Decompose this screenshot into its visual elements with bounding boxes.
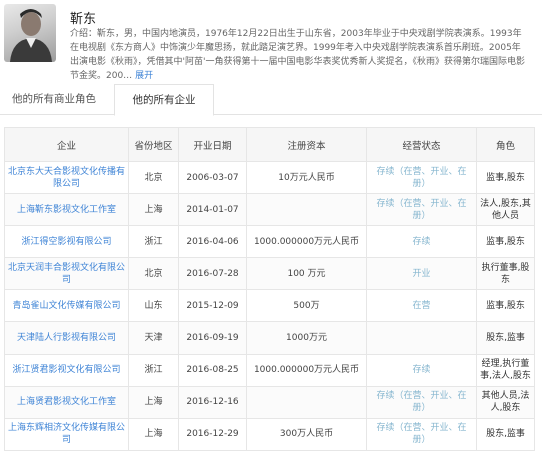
status-cell: 存续 [366,353,477,387]
company-link[interactable]: 上海东辉相济文化传媒有限公司 [4,417,129,451]
table-row: 上海靳东影视文化工作室 上海 2014-01-07 存续（在营、开业、在册） 法… [4,193,535,227]
column-header-company: 企业 [4,127,129,162]
column-header-status: 经营状态 [366,127,477,162]
company-link[interactable]: 北京东大天合影视文化传播有限公司 [4,160,129,195]
company-link[interactable]: 青岛雀山文化传媒有限公司 [4,289,129,323]
status-cell: 存续（在营、开业、在册） [366,417,477,451]
region-cell: 山东 [128,289,179,323]
tab-commercial-roles[interactable]: 他的所有商业角色 [2,84,106,114]
capital-cell: 1000万元 [246,321,367,355]
capital-cell: 1000.000000万元人民币 [246,353,367,387]
company-link[interactable]: 上海靳东影视文化工作室 [4,193,129,227]
capital-cell: 10万元人民币 [246,160,367,195]
region-cell: 浙江 [128,225,179,259]
avatar[interactable] [4,4,56,62]
status-cell [366,321,477,355]
open-date-cell: 2016-12-16 [178,385,247,419]
open-date-cell: 2016-09-19 [178,321,247,355]
tab-all-companies[interactable]: 他的所有企业 [114,84,214,116]
capital-cell [246,193,367,227]
role-cell: 股东,监事 [476,321,535,355]
column-header-region: 省份地区 [128,127,179,162]
role-cell: 经理,执行董事,法人,股东 [476,353,535,387]
company-link[interactable]: 浙江贤君影视文化有限公司 [4,353,129,387]
company-link[interactable]: 上海贤君影视文化工作室 [4,385,129,419]
status-cell: 存续（在营、开业、在册） [366,193,477,227]
role-cell: 法人,股东,其他人员 [476,193,535,227]
company-link[interactable]: 天津陆人行影视有限公司 [4,321,129,355]
region-cell: 上海 [128,193,179,227]
table-row: 青岛雀山文化传媒有限公司 山东 2015-12-09 500万 在营 监事,股东 [4,289,535,323]
open-date-cell: 2016-12-29 [178,417,247,451]
open-date-cell: 2016-04-06 [178,225,247,259]
open-date-cell: 2014-01-07 [178,193,247,227]
role-cell: 其他人员,法人,股东 [476,385,535,419]
role-cell: 监事,股东 [476,160,535,195]
region-cell: 上海 [128,417,179,451]
companies-table: 企业 省份地区 开业日期 注册资本 经营状态 角色 北京东大天合影视文化传播有限… [4,127,535,451]
open-date-cell: 2006-03-07 [178,160,247,195]
region-cell: 北京 [128,160,179,195]
column-header-role: 角色 [476,127,535,162]
role-cell: 股东,监事 [476,417,535,451]
role-cell: 监事,股东 [476,289,535,323]
table-header: 企业 省份地区 开业日期 注册资本 经营状态 角色 [4,127,535,162]
company-link[interactable]: 北京天润丰合影视文化有限公司 [4,257,129,291]
region-cell: 上海 [128,385,179,419]
capital-cell: 100 万元 [246,257,367,291]
status-cell: 开业 [366,257,477,291]
role-cell: 执行董事,股东 [476,257,535,291]
table-row: 上海贤君影视文化工作室 上海 2016-12-16 存续（在营、开业、在册） 其… [4,385,535,419]
table-row: 上海东辉相济文化传媒有限公司 上海 2016-12-29 300万人民币 存续（… [4,417,535,451]
company-link[interactable]: 浙江得空影视有限公司 [4,225,129,259]
table-body: 北京东大天合影视文化传播有限公司 北京 2006-03-07 10万元人民币 存… [4,160,535,451]
region-cell: 北京 [128,257,179,291]
capital-cell: 500万 [246,289,367,323]
tab-bar: 他的所有商业角色 他的所有企业 [0,78,542,116]
column-header-capital: 注册资本 [246,127,367,162]
open-date-cell: 2016-07-28 [178,257,247,291]
person-bio: 介绍：靳东，男，中国内地演员，1976年12月22日出生于山东省，2003年毕业… [70,27,528,83]
region-cell: 浙江 [128,353,179,387]
capital-cell: 300万人民币 [246,417,367,451]
region-cell: 天津 [128,321,179,355]
open-date-cell: 2016-08-25 [178,353,247,387]
profile-header: 靳东 介绍：靳东，男，中国内地演员，1976年12月22日出生于山东省，2003… [0,0,542,81]
status-cell: 存续（在营、开业、在册） [366,385,477,419]
capital-cell [246,385,367,419]
person-photo-icon [10,9,52,62]
person-name: 靳东 [70,12,97,27]
role-cell: 监事,股东 [476,225,535,259]
capital-cell: 1000.000000万元人民币 [246,225,367,259]
status-cell: 存续（在营、开业、在册） [366,160,477,195]
table-row: 北京东大天合影视文化传播有限公司 北京 2006-03-07 10万元人民币 存… [4,160,535,195]
table-row: 天津陆人行影视有限公司 天津 2016-09-19 1000万元 股东,监事 [4,321,535,355]
table-row: 浙江贤君影视文化有限公司 浙江 2016-08-25 1000.000000万元… [4,353,535,387]
table-row: 浙江得空影视有限公司 浙江 2016-04-06 1000.000000万元人民… [4,225,535,259]
column-header-open-date: 开业日期 [178,127,247,162]
table-row: 北京天润丰合影视文化有限公司 北京 2016-07-28 100 万元 开业 执… [4,257,535,291]
open-date-cell: 2015-12-09 [178,289,247,323]
status-cell: 在营 [366,289,477,323]
status-cell: 存续 [366,225,477,259]
